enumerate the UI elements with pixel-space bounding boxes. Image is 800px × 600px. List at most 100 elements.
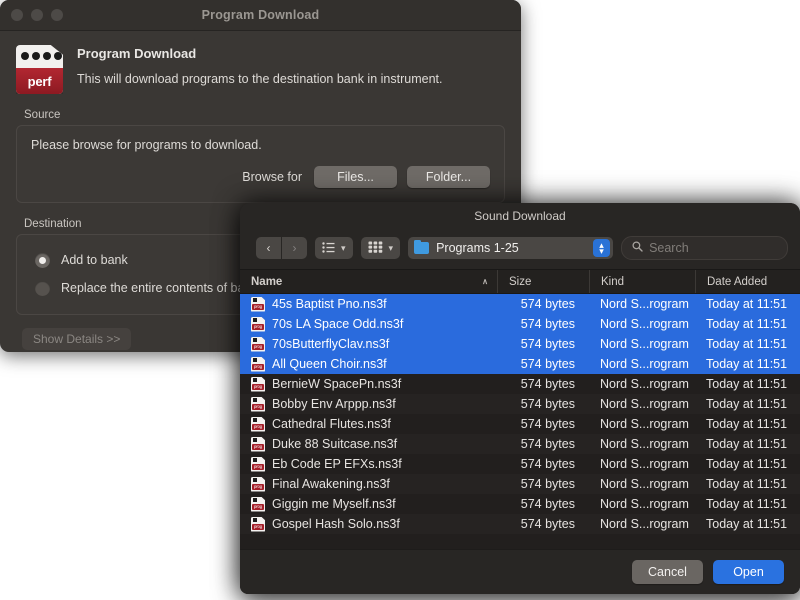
dialog-header: perf Program Download This will download… [16,45,505,94]
table-row[interactable]: prog All Queen Choir.ns3f 574 bytes Nord S.… [240,354,800,374]
source-group-label: Source [24,109,61,121]
file-kind-cell: Nord S...rogram [600,297,689,311]
file-size-cell: 574 bytes [520,497,575,511]
cancel-button[interactable]: Cancel [632,560,703,584]
file-name-cell: prog 70sButterflyClav.ns3f [240,336,497,352]
popup-stepper-icon[interactable]: ▴ ▾ [593,239,611,257]
navigation-buttons: ‹ › [256,237,307,259]
file-name-label: All Queen Choir.ns3f [272,357,387,371]
file-date-cell: Today at 11:51 [706,357,788,371]
browse-row: Browse for Files... Folder... [31,166,490,188]
file-name-cell: prog 70s LA Space Odd.ns3f [240,316,497,332]
search-input[interactable]: Search [649,241,689,255]
sort-ascending-icon: ∧ [482,277,488,286]
dialog-header-text: Program Download This will download prog… [77,45,442,86]
file-name-cell: prog Giggin me Myself.ns3f [240,496,497,512]
file-name-label: Eb Code EP EFXs.ns3f [272,457,402,471]
forward-icon[interactable]: › [282,237,307,259]
file-kind-cell: Nord S...rogram [600,357,689,371]
table-row[interactable]: prog BernieW SpacePn.ns3f 574 bytes Nord S.… [240,374,800,394]
dialog-heading: Program Download [77,46,197,61]
chevron-down-icon: ▾ [341,242,346,253]
grid-view-button[interactable]: ▾ [360,237,401,259]
path-popup-button[interactable]: Programs 1-25 ▴ ▾ [408,237,614,259]
program-file-icon: prog [251,376,265,392]
table-row[interactable]: prog Eb Code EP EFXs.ns3f 574 bytes Nord S.… [240,454,800,474]
sound-download-title: Sound Download [474,209,566,223]
program-file-icon: prog [251,416,265,432]
program-file-icon: prog [251,456,265,472]
sound-download-footer: Cancel Open [240,549,800,594]
open-button[interactable]: Open [713,560,784,584]
file-kind-cell: Nord S...rogram [600,417,689,431]
file-name-label: Cathedral Flutes.ns3f [272,417,391,431]
file-size-cell: 574 bytes [520,417,575,431]
table-row[interactable]: prog 45s Baptist Pno.ns3f 574 bytes Nord S.… [240,294,800,314]
file-kind-cell: Nord S...rogram [600,457,689,471]
column-header-date-added[interactable]: Date Added [695,270,800,293]
program-file-icon: prog [251,476,265,492]
file-list[interactable]: prog 45s Baptist Pno.ns3f 574 bytes Nord S.… [240,294,800,549]
file-name-label: BernieW SpacePn.ns3f [272,377,402,391]
program-file-icon: prog [251,396,265,412]
radio-add-to-bank-indicator[interactable] [35,252,50,268]
column-header-name[interactable]: Name ∧ [240,270,497,293]
chevron-down-icon: ▾ [388,242,394,253]
browse-files-button[interactable]: Files... [314,166,397,188]
minimize-button[interactable] [31,9,43,21]
program-file-icon: prog [251,296,265,312]
file-browser-toolbar: ‹ › ▾ ▾ Programs 1-25 ▴ ▾ Search [240,229,800,269]
column-header-size[interactable]: Size [497,270,589,293]
maximize-button[interactable] [51,9,63,21]
file-list-header: Name ∧ Size Kind Date Added [240,269,800,294]
file-name-label: Duke 88 Suitcase.ns3f [272,437,398,451]
back-icon[interactable]: ‹ [256,237,281,259]
browse-folder-button[interactable]: Folder... [407,166,490,188]
browse-for-label: Browse for [242,170,302,184]
table-row[interactable]: prog 70s LA Space Odd.ns3f 574 bytes Nord S… [240,314,800,334]
radio-replace-contents-indicator[interactable] [35,280,50,296]
table-row[interactable]: prog Final Awakening.ns3f 574 bytes Nord S.… [240,474,800,494]
file-name-label: Bobby Env Arppp.ns3f [272,397,396,411]
program-file-icon: prog [251,496,265,512]
table-row[interactable]: prog Duke 88 Suitcase.ns3f 574 bytes Nord S… [240,434,800,454]
current-folder-label: Programs 1-25 [436,241,519,255]
program-file-icon: prog [251,336,265,352]
radio-add-to-bank-label: Add to bank [61,253,128,267]
file-kind-cell: Nord S...rogram [600,517,689,531]
file-date-cell: Today at 11:51 [706,497,788,511]
perf-icon-dots [21,52,62,60]
file-size-cell: 574 bytes [520,357,575,371]
file-name-cell: prog Duke 88 Suitcase.ns3f [240,436,497,452]
file-date-cell: Today at 11:51 [706,457,788,471]
column-header-kind[interactable]: Kind [589,270,695,293]
list-view-button[interactable]: ▾ [315,237,353,259]
search-field[interactable]: Search [621,236,788,260]
table-row[interactable]: prog 70sButterflyClav.ns3f 574 bytes Nord S… [240,334,800,354]
file-size-cell: 574 bytes [520,477,575,491]
perf-icon-label: perf [27,73,52,89]
table-row[interactable]: prog Bobby Env Arppp.ns3f 574 bytes Nord S.… [240,394,800,414]
table-row[interactable]: prog Cathedral Flutes.ns3f 574 bytes Nord S… [240,414,800,434]
file-kind-cell: Nord S...rogram [600,337,689,351]
close-button[interactable] [11,9,23,21]
file-name-label: Gospel Hash Solo.ns3f [272,517,400,531]
stepper-down-glyph: ▾ [599,246,604,256]
file-name-cell: prog Final Awakening.ns3f [240,476,497,492]
program-file-icon: prog [251,356,265,372]
window-title: Program Download [201,8,320,22]
table-row[interactable]: prog Giggin me Myself.ns3f 574 bytes Nord S… [240,494,800,514]
file-kind-cell: Nord S...rogram [600,397,689,411]
radio-replace-contents-label: Replace the entire contents of bank [61,281,258,295]
table-row[interactable]: prog Gospel Hash Solo.ns3f 574 bytes Nord S… [240,514,800,534]
file-kind-cell: Nord S...rogram [600,437,689,451]
file-date-cell: Today at 11:51 [706,297,788,311]
file-name-cell: prog Eb Code EP EFXs.ns3f [240,456,497,472]
file-name-label: Final Awakening.ns3f [272,477,390,491]
file-date-cell: Today at 11:51 [706,317,788,331]
file-size-cell: 574 bytes [520,397,575,411]
file-name-label: 45s Baptist Pno.ns3f [272,297,387,311]
file-date-cell: Today at 11:51 [706,337,788,351]
show-details-button[interactable]: Show Details >> [22,328,132,350]
file-kind-cell: Nord S...rogram [600,497,689,511]
